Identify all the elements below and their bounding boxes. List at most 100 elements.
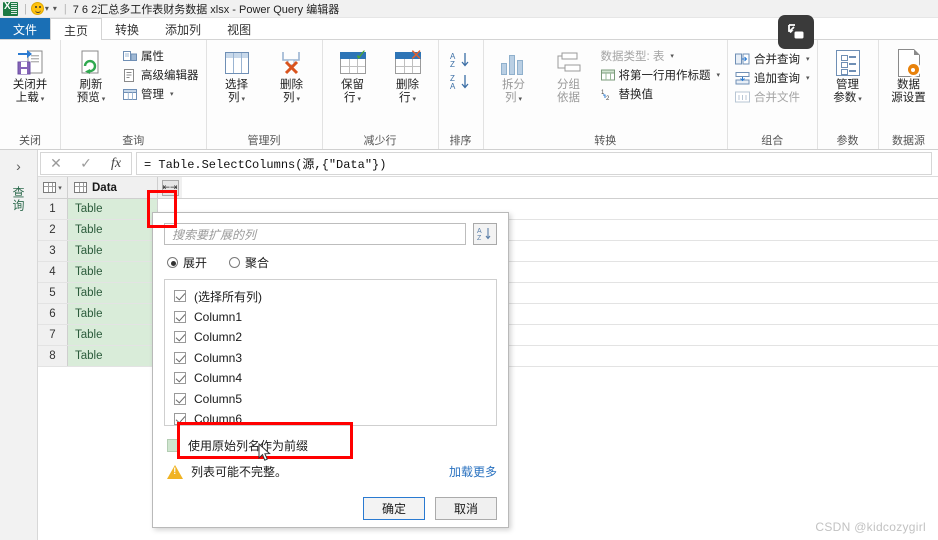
replace-values-button[interactable]: 12 替换值 <box>598 85 724 103</box>
radio-expand[interactable]: 展开 <box>167 254 207 271</box>
formula-input[interactable]: = Table.SelectColumns(源,{"Data"}) <box>136 151 932 175</box>
chevron-down-icon[interactable]: ▾ <box>241 96 245 103</box>
title-separator-1: | <box>24 2 27 15</box>
load-more-link[interactable]: 加载更多 <box>449 463 497 480</box>
manage-parameters-button[interactable]: 管理 参数 ▾ <box>822 45 874 108</box>
grid-select-all-button[interactable]: ▾ <box>38 177 68 198</box>
svg-text:Z: Z <box>477 235 482 242</box>
chevron-down-icon[interactable]: ▾ <box>412 96 416 103</box>
expand-queries-pane-icon[interactable]: › <box>16 158 21 174</box>
tab-home[interactable]: 主页 <box>50 18 103 40</box>
combine-files-button[interactable]: 合并文件 <box>732 88 813 106</box>
data-source-settings-button[interactable]: 数据 源设置 <box>883 45 935 107</box>
checkbox[interactable] <box>174 351 186 364</box>
expand-column-button[interactable]: ⇤⇥ <box>158 177 182 198</box>
group-by-button[interactable]: 分组 依据 <box>543 45 595 107</box>
remove-columns-button[interactable]: 删除 列 ▾ <box>266 45 318 108</box>
cell-data[interactable]: Table <box>68 220 158 240</box>
use-original-prefix-checkbox-row[interactable]: 使用原始列名作为前缀 <box>164 437 497 454</box>
list-item[interactable]: Column1 <box>174 307 496 328</box>
column-checkbox-list[interactable]: (选择所有列) Column1 Column2 Column3 Column4 … <box>164 279 497 426</box>
fx-icon[interactable]: fx <box>101 153 131 174</box>
cell-data[interactable]: Table <box>68 283 158 303</box>
radio-aggregate[interactable]: 聚合 <box>229 254 269 271</box>
properties-button[interactable]: 属性 <box>120 47 202 65</box>
choose-columns-button[interactable]: 选择 列 ▾ <box>211 45 263 108</box>
sort-buttons[interactable]: A Z Z A <box>443 49 479 101</box>
cell-data[interactable]: Table <box>68 325 158 345</box>
refresh-preview-icon <box>77 47 105 79</box>
remove-rows-button[interactable]: ✕ 删除 行 ▾ <box>382 45 434 108</box>
chevron-down-icon[interactable]: ▾ <box>518 96 522 103</box>
manage-button[interactable]: 管理 ▾ <box>120 85 202 103</box>
tab-file[interactable]: 文件 <box>0 18 51 39</box>
ok-button[interactable]: 确定 <box>363 497 425 520</box>
row-number: 3 <box>38 241 68 261</box>
qat-smiley-caret-icon[interactable]: ▾ <box>45 4 49 13</box>
radio-expand-indicator[interactable] <box>167 257 178 268</box>
list-item[interactable]: Column3 <box>174 348 496 369</box>
cell-data[interactable]: Table <box>68 199 158 219</box>
chevron-down-icon[interactable]: ▾ <box>296 96 300 103</box>
cancel-icon[interactable]: ✕ <box>41 153 71 174</box>
chevron-down-icon[interactable]: ▾ <box>58 184 62 192</box>
chevron-down-icon[interactable]: ▾ <box>670 52 674 60</box>
collapse-ribbon-button[interactable] <box>778 15 814 49</box>
chevron-down-icon[interactable]: ▾ <box>806 74 810 82</box>
checkbox[interactable] <box>174 372 186 385</box>
checkbox[interactable] <box>174 290 186 303</box>
ribbon-group-transform: 拆分 列 ▾ 分组 依据 数据类型: 表 ▾ 将第一行用作标题 ▾ 1 2 替换… <box>484 40 729 149</box>
checkbox[interactable] <box>174 310 186 323</box>
checkbox[interactable] <box>174 392 186 405</box>
row-number: 5 <box>38 283 68 303</box>
cell-data[interactable]: Table <box>68 304 158 324</box>
radio-aggregate-indicator[interactable] <box>229 257 241 268</box>
cell-data[interactable]: Table <box>68 346 158 366</box>
list-item[interactable]: Column4 <box>174 368 496 389</box>
chevron-down-icon[interactable]: ▾ <box>858 96 862 103</box>
combine-files-label: 合并文件 <box>754 92 801 104</box>
qat-customize-caret-icon[interactable]: ▾ <box>53 4 57 13</box>
data-type-button[interactable]: 数据类型: 表 ▾ <box>598 47 724 65</box>
list-item[interactable]: Column6 <box>174 409 496 425</box>
use-first-row-header-button[interactable]: 将第一行用作标题 ▾ <box>598 66 724 84</box>
cell-data[interactable]: Table <box>68 262 158 282</box>
remove-rows-icon: ✕ <box>394 47 423 79</box>
chevron-down-icon[interactable]: ▾ <box>41 96 45 103</box>
append-queries-button[interactable]: 追加查询 ▾ <box>732 69 813 87</box>
cancel-button[interactable]: 取消 <box>435 497 497 520</box>
checkbox[interactable] <box>174 331 186 344</box>
tab-view[interactable]: 视图 <box>214 18 264 39</box>
tab-transform[interactable]: 转换 <box>102 18 152 39</box>
tab-add-column[interactable]: 添加列 <box>152 18 214 39</box>
split-column-label-2: 列 <box>504 92 517 104</box>
close-and-load-button[interactable]: 关闭并 上载 ▾ <box>4 45 56 108</box>
formula-bar: ✕ ✓ fx = Table.SelectColumns(源,{"Data"}) <box>38 150 938 177</box>
cell-data[interactable]: Table <box>68 241 158 261</box>
column-header-data[interactable]: Data <box>68 177 158 198</box>
keep-rows-button[interactable]: ✓ 保留 行 ▾ <box>327 45 379 108</box>
chevron-down-icon[interactable]: ▾ <box>170 90 174 98</box>
group-label-query: 查询 <box>122 135 145 147</box>
merge-queries-button[interactable]: 合并查询 ▾ <box>732 50 813 68</box>
watermark: CSDN @kidcozygirl <box>815 520 926 534</box>
chevron-down-icon[interactable]: ▾ <box>806 55 810 63</box>
list-item[interactable]: Column5 <box>174 389 496 410</box>
chevron-down-icon[interactable]: ▾ <box>357 96 361 103</box>
advanced-editor-button[interactable]: 高级编辑器 <box>120 66 202 84</box>
search-columns-input[interactable]: 搜索要扩展的列 <box>164 223 466 245</box>
sort-columns-button[interactable]: A Z <box>473 223 497 245</box>
checkbox[interactable] <box>174 413 186 425</box>
split-column-button[interactable]: 拆分 列 ▾ <box>488 45 540 108</box>
refresh-preview-button[interactable]: 刷新 预览 ▾ <box>65 45 117 108</box>
queries-pane-collapsed[interactable]: › 查询 <box>0 150 38 540</box>
expand-columns-icon[interactable]: ⇤⇥ <box>161 179 179 196</box>
table-type-icon <box>74 182 87 193</box>
chevron-down-icon[interactable]: ▾ <box>717 71 721 79</box>
list-item[interactable]: Column2 <box>174 327 496 348</box>
list-item[interactable]: (选择所有列) <box>174 286 496 307</box>
checkbox[interactable] <box>167 439 180 452</box>
accept-icon[interactable]: ✓ <box>71 153 101 174</box>
chevron-down-icon[interactable]: ▾ <box>102 96 106 103</box>
smiley-face-icon[interactable] <box>30 2 44 15</box>
